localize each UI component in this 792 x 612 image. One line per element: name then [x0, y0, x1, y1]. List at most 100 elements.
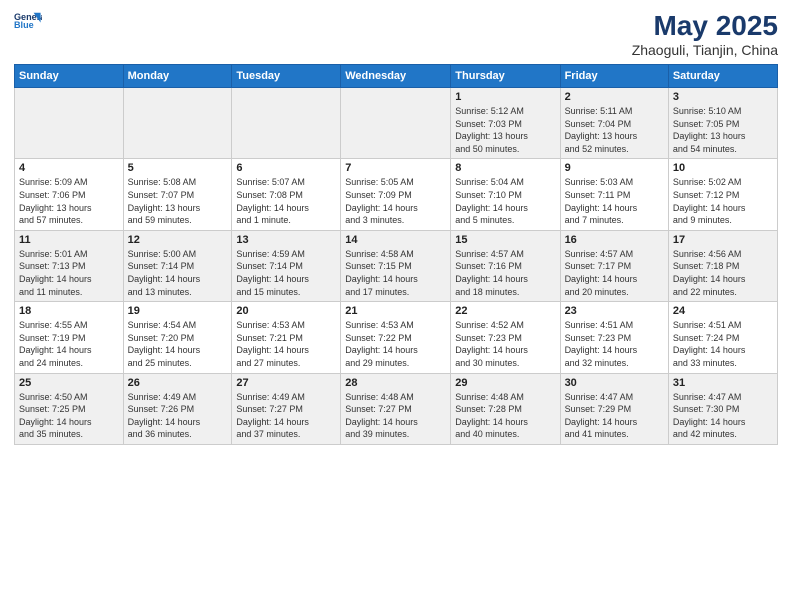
day-info: Sunrise: 4:49 AM Sunset: 7:27 PM Dayligh…: [236, 391, 336, 441]
calendar-cell: 14 Sunrise: 4:58 AM Sunset: 7:15 PM Dayli…: [341, 230, 451, 301]
day-info: Sunrise: 4:57 AM Sunset: 7:16 PM Dayligh…: [455, 248, 555, 298]
day-info: Sunrise: 4:51 AM Sunset: 7:23 PM Dayligh…: [565, 319, 664, 369]
day-number: 20: [236, 305, 336, 317]
calendar-cell: 17 Sunrise: 4:56 AM Sunset: 7:18 PM Dayli…: [668, 230, 777, 301]
calendar-cell: 7 Sunrise: 5:05 AM Sunset: 7:09 PM Daylig…: [341, 159, 451, 230]
day-number: 27: [236, 377, 336, 389]
day-info: Sunrise: 5:08 AM Sunset: 7:07 PM Dayligh…: [128, 176, 228, 226]
calendar-cell: 8 Sunrise: 5:04 AM Sunset: 7:10 PM Daylig…: [451, 159, 560, 230]
subtitle: Zhaoguli, Tianjin, China: [632, 42, 778, 58]
header: General Blue May 2025 Zhaoguli, Tianjin,…: [14, 10, 778, 58]
calendar-cell: [123, 88, 232, 159]
day-number: 1: [455, 91, 555, 103]
day-info: Sunrise: 5:00 AM Sunset: 7:14 PM Dayligh…: [128, 248, 228, 298]
logo-icon: General Blue: [14, 10, 42, 38]
day-info: Sunrise: 5:03 AM Sunset: 7:11 PM Dayligh…: [565, 176, 664, 226]
day-info: Sunrise: 4:53 AM Sunset: 7:22 PM Dayligh…: [345, 319, 446, 369]
day-info: Sunrise: 5:04 AM Sunset: 7:10 PM Dayligh…: [455, 176, 555, 226]
calendar-week-row: 18Sunrise: 4:55 AM Sunset: 7:19 PM Dayli…: [15, 302, 778, 373]
day-info: Sunrise: 4:47 AM Sunset: 7:29 PM Dayligh…: [565, 391, 664, 441]
calendar-cell: 2Sunrise: 5:11 AM Sunset: 7:04 PM Daylig…: [560, 88, 668, 159]
day-info: Sunrise: 5:09 AM Sunset: 7:06 PM Dayligh…: [19, 176, 119, 226]
day-info: Sunrise: 5:07 AM Sunset: 7:08 PM Dayligh…: [236, 176, 336, 226]
day-number: 22: [455, 305, 555, 317]
calendar-cell: 19 Sunrise: 4:54 AM Sunset: 7:20 PM Dayli…: [123, 302, 232, 373]
svg-text:Blue: Blue: [14, 20, 34, 30]
calendar-week-row: 25Sunrise: 4:50 AM Sunset: 7:25 PM Dayli…: [15, 373, 778, 444]
calendar-cell: 4 Sunrise: 5:09 AM Sunset: 7:06 PM Daylig…: [15, 159, 124, 230]
calendar-cell: 30 Sunrise: 4:47 AM Sunset: 7:29 PM Dayli…: [560, 373, 668, 444]
day-number: 28: [345, 377, 446, 389]
calendar-cell: 5 Sunrise: 5:08 AM Sunset: 7:07 PM Daylig…: [123, 159, 232, 230]
calendar-cell: 23 Sunrise: 4:51 AM Sunset: 7:23 PM Dayli…: [560, 302, 668, 373]
day-number: 21: [345, 305, 446, 317]
day-number: 13: [236, 234, 336, 246]
day-number: 26: [128, 377, 228, 389]
calendar-cell: 11Sunrise: 5:01 AM Sunset: 7:13 PM Dayli…: [15, 230, 124, 301]
calendar-week-row: 11Sunrise: 5:01 AM Sunset: 7:13 PM Dayli…: [15, 230, 778, 301]
day-number: 23: [565, 305, 664, 317]
day-number: 16: [565, 234, 664, 246]
day-number: 10: [673, 162, 773, 174]
day-number: 8: [455, 162, 555, 174]
calendar-cell: 13Sunrise: 4:59 AM Sunset: 7:14 PM Dayli…: [232, 230, 341, 301]
day-header-saturday: Saturday: [668, 65, 777, 88]
day-info: Sunrise: 4:55 AM Sunset: 7:19 PM Dayligh…: [19, 319, 119, 369]
calendar: SundayMondayTuesdayWednesdayThursdayFrid…: [14, 64, 778, 445]
calendar-cell: 18Sunrise: 4:55 AM Sunset: 7:19 PM Dayli…: [15, 302, 124, 373]
main-title: May 2025: [632, 10, 778, 42]
day-number: 5: [128, 162, 228, 174]
logo: General Blue: [14, 10, 42, 38]
calendar-cell: 16 Sunrise: 4:57 AM Sunset: 7:17 PM Dayli…: [560, 230, 668, 301]
day-header-wednesday: Wednesday: [341, 65, 451, 88]
day-info: Sunrise: 5:12 AM Sunset: 7:03 PM Dayligh…: [455, 105, 555, 155]
day-info: Sunrise: 4:56 AM Sunset: 7:18 PM Dayligh…: [673, 248, 773, 298]
day-number: 14: [345, 234, 446, 246]
calendar-cell: 6 Sunrise: 5:07 AM Sunset: 7:08 PM Daylig…: [232, 159, 341, 230]
calendar-header-row: SundayMondayTuesdayWednesdayThursdayFrid…: [15, 65, 778, 88]
calendar-cell: 28 Sunrise: 4:48 AM Sunset: 7:27 PM Dayli…: [341, 373, 451, 444]
calendar-cell: 21 Sunrise: 4:53 AM Sunset: 7:22 PM Dayli…: [341, 302, 451, 373]
day-info: Sunrise: 5:11 AM Sunset: 7:04 PM Dayligh…: [565, 105, 664, 155]
day-info: Sunrise: 4:49 AM Sunset: 7:26 PM Dayligh…: [128, 391, 228, 441]
day-info: Sunrise: 4:54 AM Sunset: 7:20 PM Dayligh…: [128, 319, 228, 369]
calendar-cell: [341, 88, 451, 159]
calendar-cell: 22Sunrise: 4:52 AM Sunset: 7:23 PM Dayli…: [451, 302, 560, 373]
day-number: 24: [673, 305, 773, 317]
day-number: 19: [128, 305, 228, 317]
day-number: 6: [236, 162, 336, 174]
calendar-cell: [232, 88, 341, 159]
day-number: 15: [455, 234, 555, 246]
calendar-cell: 24 Sunrise: 4:51 AM Sunset: 7:24 PM Dayli…: [668, 302, 777, 373]
calendar-week-row: 4 Sunrise: 5:09 AM Sunset: 7:06 PM Daylig…: [15, 159, 778, 230]
day-info: Sunrise: 4:57 AM Sunset: 7:17 PM Dayligh…: [565, 248, 664, 298]
calendar-cell: 27 Sunrise: 4:49 AM Sunset: 7:27 PM Dayli…: [232, 373, 341, 444]
day-number: 31: [673, 377, 773, 389]
day-number: 30: [565, 377, 664, 389]
calendar-cell: 31 Sunrise: 4:47 AM Sunset: 7:30 PM Dayli…: [668, 373, 777, 444]
calendar-week-row: 1 Sunrise: 5:12 AM Sunset: 7:03 PM Daylig…: [15, 88, 778, 159]
day-number: 12: [128, 234, 228, 246]
day-info: Sunrise: 4:51 AM Sunset: 7:24 PM Dayligh…: [673, 319, 773, 369]
calendar-cell: 25Sunrise: 4:50 AM Sunset: 7:25 PM Dayli…: [15, 373, 124, 444]
day-number: 7: [345, 162, 446, 174]
day-number: 17: [673, 234, 773, 246]
day-header-tuesday: Tuesday: [232, 65, 341, 88]
page: General Blue May 2025 Zhaoguli, Tianjin,…: [0, 0, 792, 612]
day-number: 11: [19, 234, 119, 246]
day-info: Sunrise: 4:58 AM Sunset: 7:15 PM Dayligh…: [345, 248, 446, 298]
title-area: May 2025 Zhaoguli, Tianjin, China: [632, 10, 778, 58]
day-number: 4: [19, 162, 119, 174]
calendar-cell: 29Sunrise: 4:48 AM Sunset: 7:28 PM Dayli…: [451, 373, 560, 444]
day-info: Sunrise: 4:48 AM Sunset: 7:28 PM Dayligh…: [455, 391, 555, 441]
day-header-sunday: Sunday: [15, 65, 124, 88]
day-info: Sunrise: 4:50 AM Sunset: 7:25 PM Dayligh…: [19, 391, 119, 441]
calendar-cell: 12 Sunrise: 5:00 AM Sunset: 7:14 PM Dayli…: [123, 230, 232, 301]
day-info: Sunrise: 5:05 AM Sunset: 7:09 PM Dayligh…: [345, 176, 446, 226]
day-header-friday: Friday: [560, 65, 668, 88]
day-header-thursday: Thursday: [451, 65, 560, 88]
day-info: Sunrise: 4:48 AM Sunset: 7:27 PM Dayligh…: [345, 391, 446, 441]
day-info: Sunrise: 4:47 AM Sunset: 7:30 PM Dayligh…: [673, 391, 773, 441]
day-info: Sunrise: 5:02 AM Sunset: 7:12 PM Dayligh…: [673, 176, 773, 226]
day-header-monday: Monday: [123, 65, 232, 88]
